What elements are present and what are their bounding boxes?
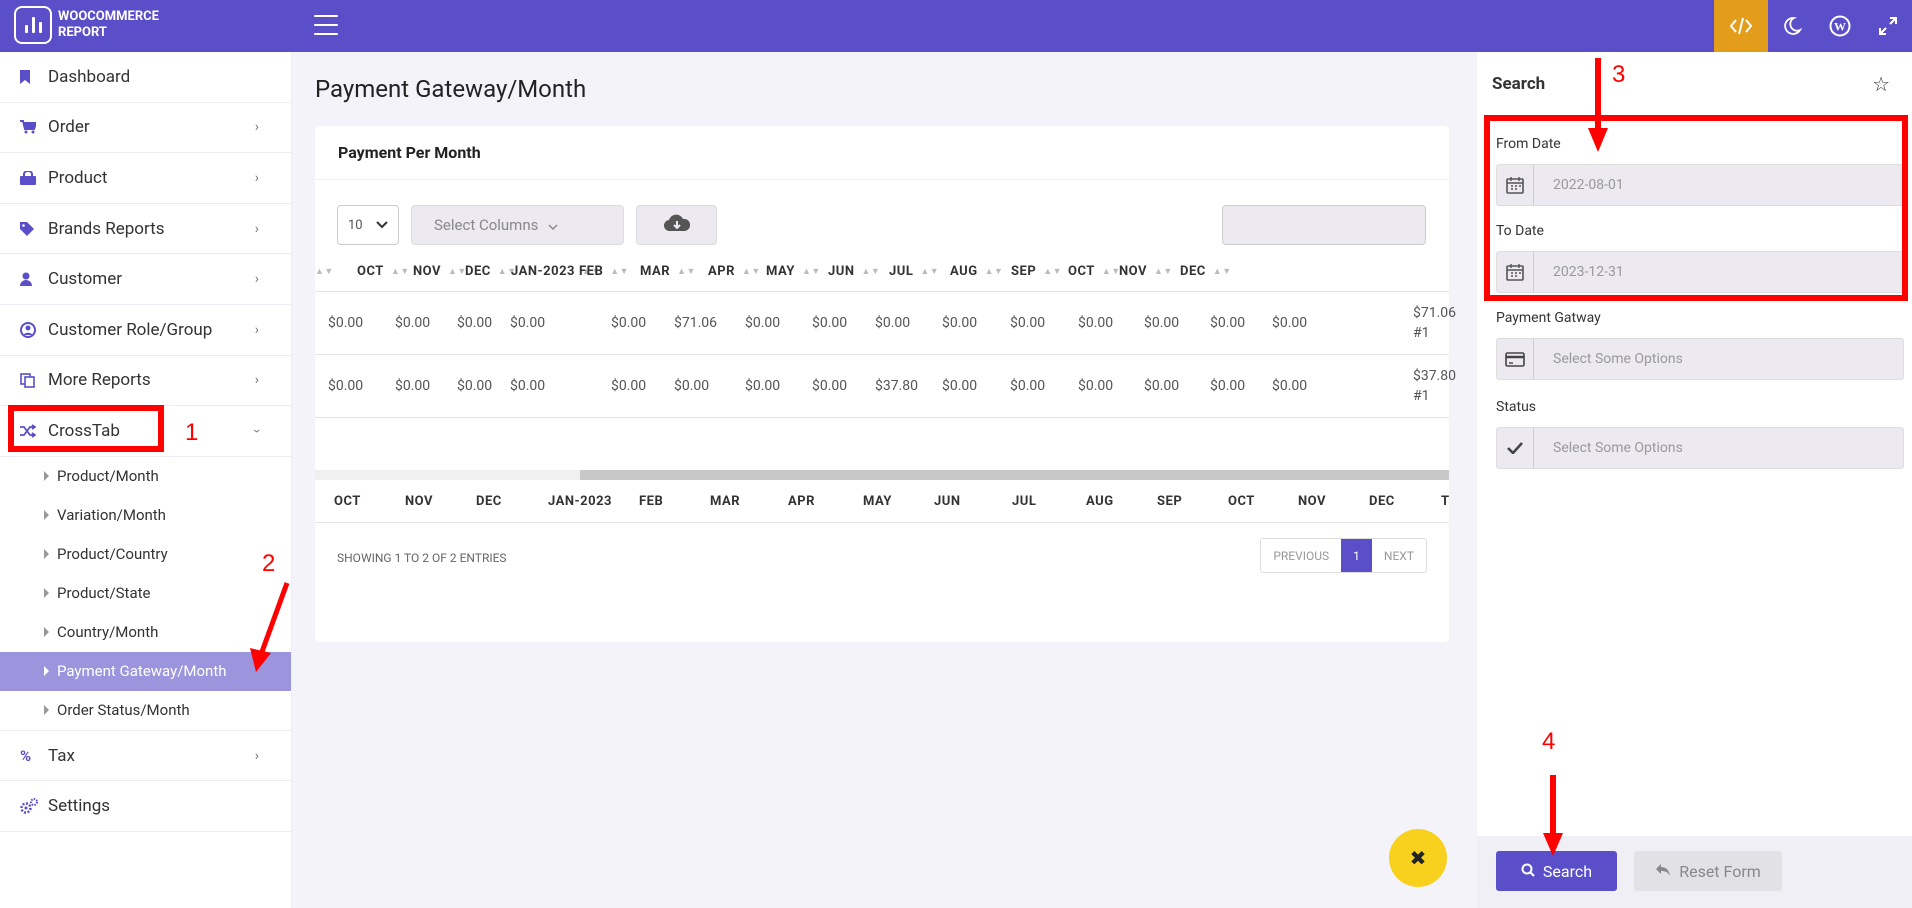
annotation-number-3: 3 (1612, 61, 1626, 88)
annotation-box-dates (1484, 115, 1908, 301)
annotation-number-4: 4 (1542, 728, 1556, 755)
